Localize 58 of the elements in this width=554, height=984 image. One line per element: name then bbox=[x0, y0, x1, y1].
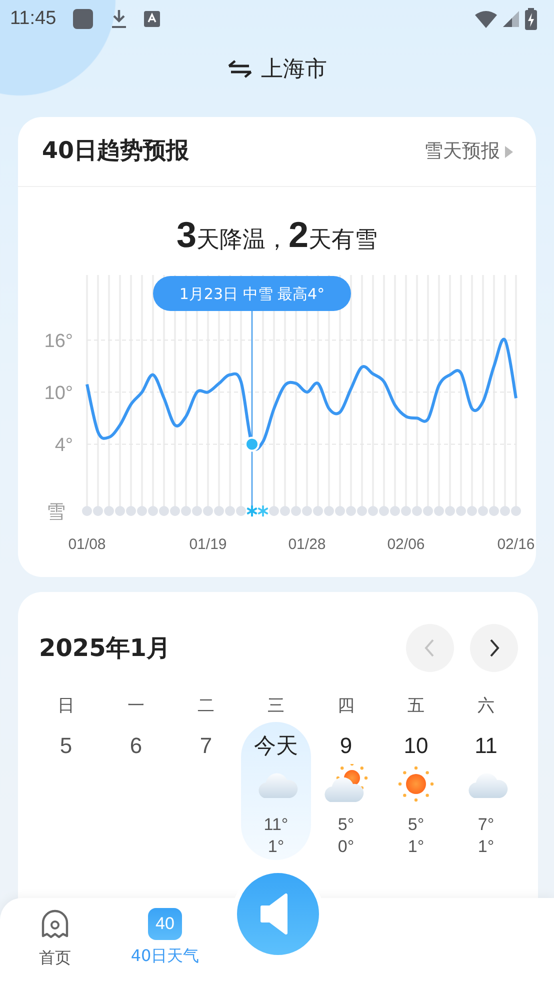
day-number: 今天 bbox=[254, 732, 298, 760]
x-axis-label: 02/16 bbox=[497, 536, 535, 553]
day-number: 11 bbox=[474, 732, 498, 760]
x-axis-label: 02/06 bbox=[387, 536, 425, 553]
day-number: 10 bbox=[404, 732, 428, 760]
trend-summary: 3天降温，2天有雪 bbox=[175, 213, 379, 257]
day-column[interactable]: 9 5° 0° bbox=[311, 722, 381, 860]
card-title: 40日趋势预报 bbox=[42, 137, 190, 166]
day-number: 6 bbox=[130, 732, 142, 760]
x-axis-label: 01/19 bbox=[189, 536, 227, 553]
swap-icon[interactable] bbox=[227, 59, 253, 79]
day-column[interactable]: 10 5° 1° bbox=[381, 722, 451, 860]
status-time: 11:45 bbox=[10, 6, 56, 31]
low-temperature: 0° bbox=[338, 836, 354, 858]
high-temperature: 11° bbox=[264, 814, 288, 836]
battery-icon bbox=[524, 8, 538, 30]
nav-tab[interactable]: 首页 bbox=[0, 898, 110, 984]
tooltip: 1月23日 中雪 最高4° bbox=[153, 276, 351, 311]
selected-day[interactable]: 今天 11° 1° bbox=[241, 722, 311, 860]
y-axis-label: 10° bbox=[44, 383, 73, 404]
wifi-icon bbox=[474, 10, 498, 28]
weekday-label: 六 bbox=[476, 695, 496, 718]
app-icon bbox=[72, 8, 94, 30]
download-icon bbox=[110, 9, 128, 29]
high-temperature: 5° bbox=[338, 814, 354, 836]
x-axis-label: 01/08 bbox=[68, 536, 106, 553]
day-number: 9 bbox=[340, 732, 352, 760]
low-temperature: 1° bbox=[408, 836, 424, 858]
day-number: 5 bbox=[60, 732, 72, 760]
day-column[interactable]: 5 bbox=[31, 722, 101, 860]
y-axis-label: 16° bbox=[44, 331, 73, 352]
calendar-badge-icon: 40 bbox=[148, 908, 182, 940]
x-axis-label: 01/28 bbox=[288, 536, 326, 553]
snow-row-label: 雪 bbox=[46, 501, 66, 523]
weekday-label: 五 bbox=[406, 695, 426, 718]
sun-cloud-icon bbox=[324, 764, 368, 804]
weekday-label: 三 bbox=[266, 695, 286, 718]
low-temperature: 1° bbox=[268, 836, 284, 858]
weekday-label: 二 bbox=[196, 695, 216, 718]
high-temperature: 7° bbox=[478, 814, 494, 836]
signal-icon bbox=[502, 10, 520, 28]
keyboard-icon bbox=[144, 11, 160, 27]
weekday-label: 四 bbox=[336, 695, 356, 718]
day-number: 7 bbox=[200, 732, 212, 760]
day-column[interactable]: 7 bbox=[171, 722, 241, 860]
day-column[interactable]: 6 bbox=[101, 722, 171, 860]
low-temperature: 1° bbox=[478, 836, 494, 858]
day-column[interactable]: 11 7° 1° bbox=[451, 722, 521, 860]
weekday-label: 一 bbox=[126, 695, 146, 718]
selected-point[interactable] bbox=[244, 436, 260, 452]
y-axis-label: 4° bbox=[54, 435, 73, 456]
weekday-label: 日 bbox=[56, 695, 76, 718]
high-temperature: 5° bbox=[408, 814, 424, 836]
triangle-right-icon bbox=[504, 144, 514, 158]
snow-forecast-link[interactable]: 雪天预报 bbox=[424, 137, 514, 166]
next-month-button[interactable] bbox=[470, 624, 518, 672]
month-title: 2025年1月 bbox=[38, 633, 170, 664]
city-name: 上海市 bbox=[261, 56, 327, 84]
